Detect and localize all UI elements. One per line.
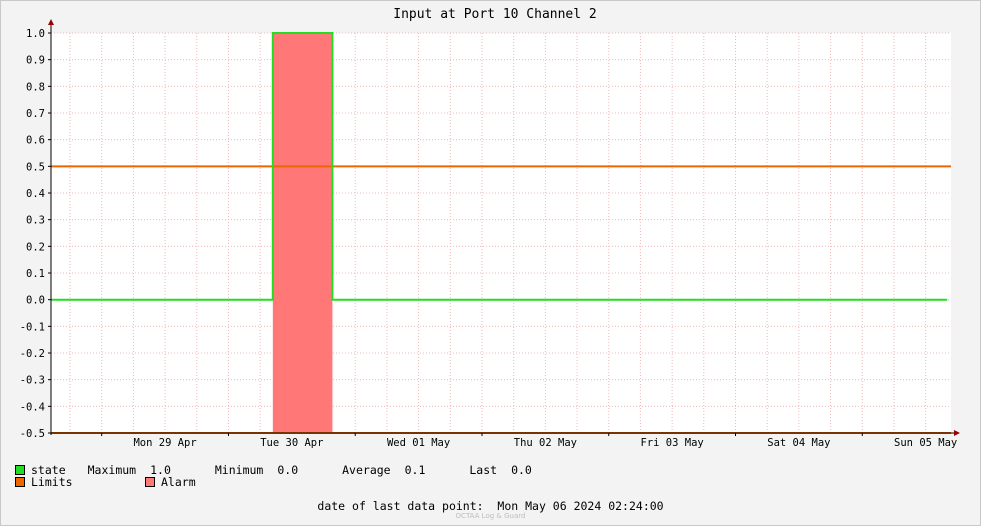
alarm-span: [272, 33, 333, 433]
y-tick-label: 0.9: [26, 55, 45, 67]
y-axis-arrow: [48, 19, 54, 25]
x-axis-arrow: [954, 430, 960, 436]
last-value: 0.0: [511, 462, 532, 477]
y-tick-label: -0.4: [20, 401, 45, 413]
limits-swatch: [15, 476, 25, 487]
legend-alarm-label: Alarm: [161, 474, 196, 489]
y-tick-label: 0.3: [26, 215, 45, 227]
min-value: 0.0: [277, 462, 299, 477]
chart-svg: 1.0 0.9 0.8 0.7 0.6 0.5 0.4 0.3 0.2 0.1 0.0 -0.1 -0.…: [20, 7, 960, 449]
y-tick-label: -0.1: [20, 321, 45, 333]
y-tick-label: 0.8: [26, 81, 45, 93]
legend-limits-label: Limits: [31, 474, 73, 489]
x-tick-label: Sat 04 May: [767, 437, 830, 449]
y-tick-label: 0.6: [26, 135, 45, 147]
y-tick-label: -0.3: [20, 375, 45, 387]
avg-value: 0.1: [404, 462, 426, 477]
chart-title: Input at Port 10 Channel 2: [393, 7, 597, 22]
y-tick-label: 0.7: [26, 108, 45, 120]
y-tick-label: 0.4: [26, 188, 45, 200]
x-tick-label: Wed 01 May: [387, 437, 450, 449]
plot-area: [51, 33, 951, 433]
y-tick-label: 1.0: [26, 28, 45, 40]
watermark: OCTAA Log & Guard: [455, 512, 526, 520]
x-tick-label: Sun 05 May: [894, 437, 957, 449]
x-tick-label: Thu 02 May: [514, 437, 577, 449]
x-tick-label: Tue 30 Apr: [260, 437, 323, 449]
x-tick-label: Mon 29 Apr: [133, 437, 196, 449]
y-tick-label: -0.2: [20, 348, 45, 360]
x-tick-label: Fri 03 May: [641, 437, 704, 449]
y-tick-label: -0.5: [20, 428, 45, 440]
y-tick-label: 0.1: [26, 268, 45, 280]
y-tick-label: 0.0: [26, 295, 45, 307]
state-swatch: [15, 464, 25, 475]
min-label: Minimum: [214, 462, 264, 477]
y-tick-label: 0.2: [26, 241, 45, 253]
last-data-point-text: date of last data point: Mon May 06 2024…: [317, 499, 664, 513]
legend-limits-row: Limits Alarm: [15, 474, 204, 489]
avg-label: Average: [342, 462, 391, 477]
alarm-swatch: [145, 476, 155, 487]
y-tick-label: 0.5: [26, 161, 45, 173]
last-label: Last: [469, 462, 498, 477]
